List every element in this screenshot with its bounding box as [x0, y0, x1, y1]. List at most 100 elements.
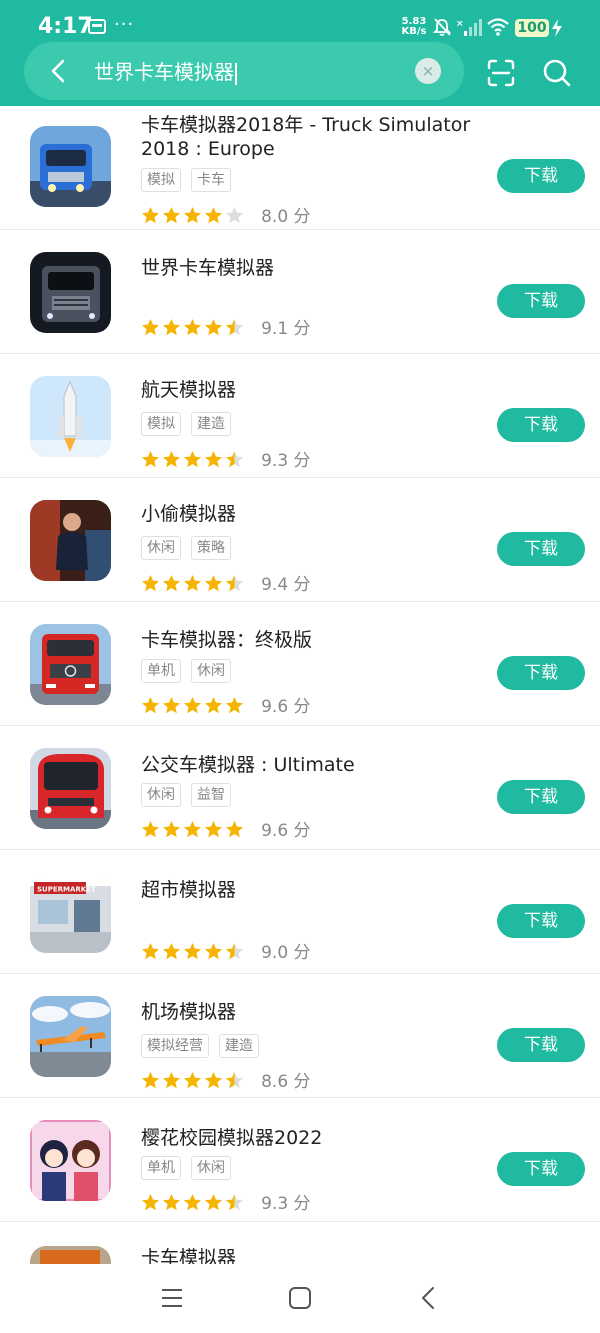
- app-tag: 建造: [219, 1034, 259, 1058]
- top-bar: 4:17 ··· 5.83 KB/s × 100 世界卡车模拟器 ×: [0, 0, 600, 106]
- star-icon: [162, 1071, 181, 1088]
- download-button[interactable]: 下载: [497, 284, 585, 318]
- app-tag: 休闲: [191, 1156, 231, 1180]
- dark-truck-app-icon: [30, 252, 111, 333]
- star-icon: [225, 820, 244, 837]
- download-button[interactable]: 下载: [497, 780, 585, 814]
- search-results-list[interactable]: 卡车模拟器2018年 - Truck Simulator 2018 : Euro…: [0, 106, 600, 1264]
- star-icon: [141, 1071, 160, 1088]
- app-score: 9.1 分: [261, 319, 311, 339]
- star-icon: [162, 820, 181, 837]
- download-button[interactable]: 下载: [497, 408, 585, 442]
- status-time: 4:17: [38, 14, 93, 39]
- recent-apps-icon[interactable]: [160, 1286, 184, 1310]
- list-item[interactable]: SUPERMARKET 超市模拟器 9.0 分 下载: [0, 850, 600, 974]
- star-icon: [162, 206, 181, 223]
- app-title: 航天模拟器: [141, 379, 237, 401]
- star-icon: [183, 696, 202, 713]
- star-rating: [141, 695, 246, 715]
- app-tag: 模拟: [141, 412, 181, 436]
- app-title: 卡车模拟器2018年 - Truck Simulator: [141, 114, 471, 136]
- app-rating: 9.3 分: [141, 446, 311, 471]
- app-score: 9.6 分: [261, 697, 311, 717]
- app-score: 8.0 分: [261, 207, 311, 227]
- star-icon: [141, 696, 160, 713]
- list-item[interactable]: 机场模拟器 模拟经营 建造 8.6 分 下载: [0, 974, 600, 1098]
- star-rating: [141, 1070, 246, 1090]
- supermarket-sign-text: SUPERMARKET: [37, 886, 96, 894]
- star-icon: [183, 1193, 202, 1210]
- app-score: 9.3 分: [261, 1194, 311, 1214]
- list-item[interactable]: 小偷模拟器 休闲 策略 9.4 分 下载: [0, 478, 600, 602]
- star-icon: [225, 318, 244, 335]
- star-rating: [141, 317, 246, 337]
- star-rating: [141, 819, 246, 839]
- app-title: 公交车模拟器 : Ultimate: [141, 754, 355, 776]
- star-icon: [204, 942, 223, 959]
- star-icon: [141, 942, 160, 959]
- blue-truck-app-icon: [30, 126, 111, 207]
- download-button[interactable]: 下载: [497, 159, 585, 193]
- back-icon[interactable]: [416, 1286, 440, 1310]
- app-tags: 休闲 益智: [141, 783, 241, 807]
- list-item[interactable]: 卡车模拟器：终极版 单机 休闲 9.6 分 下载: [0, 602, 600, 726]
- star-icon: [162, 574, 181, 591]
- app-tags: 休闲 策略: [141, 536, 241, 560]
- star-icon: [225, 942, 244, 959]
- network-speed-unit: KB/s: [401, 26, 427, 37]
- download-button[interactable]: 下载: [497, 1028, 585, 1062]
- app-score: 9.4 分: [261, 575, 311, 595]
- star-icon: [162, 318, 181, 335]
- app-rating: 9.6 分: [141, 692, 311, 717]
- app-tag: 建造: [191, 412, 231, 436]
- star-icon: [183, 820, 202, 837]
- list-item[interactable]: 卡车模拟器: [0, 1222, 600, 1264]
- network-speed: 5.83 KB/s: [398, 17, 430, 37]
- search-input[interactable]: 世界卡车模拟器: [94, 56, 237, 85]
- star-icon: [141, 318, 160, 335]
- red-truck-app-icon: [30, 624, 111, 705]
- star-icon: [225, 450, 244, 467]
- list-item[interactable]: 卡车模拟器2018年 - Truck Simulator 2018 : Euro…: [0, 106, 600, 230]
- app-rating: 9.3 分: [141, 1189, 311, 1214]
- star-icon: [141, 820, 160, 837]
- more-notifications-icon: ···: [114, 14, 135, 35]
- download-button[interactable]: 下载: [497, 532, 585, 566]
- list-item[interactable]: 樱花校园模拟器2022 单机 休闲 9.3 分 下载: [0, 1098, 600, 1222]
- search-icon[interactable]: [542, 58, 572, 88]
- list-item[interactable]: 世界卡车模拟器 9.1 分 下载: [0, 230, 600, 354]
- download-button[interactable]: 下载: [497, 1152, 585, 1186]
- app-rating: 8.6 分: [141, 1067, 311, 1092]
- star-icon: [183, 942, 202, 959]
- bell-muted-icon: [432, 18, 452, 36]
- scan-icon[interactable]: [486, 58, 516, 88]
- bus-app-icon: [30, 748, 111, 829]
- download-button[interactable]: 下载: [497, 904, 585, 938]
- star-rating: [141, 449, 246, 469]
- wifi-icon: [487, 18, 509, 36]
- status-bar: 4:17 ··· 5.83 KB/s × 100: [0, 0, 600, 44]
- back-arrow-icon[interactable]: [46, 58, 72, 84]
- star-icon: [183, 206, 202, 223]
- app-rating: 9.4 分: [141, 570, 311, 595]
- app-score: 9.0 分: [261, 943, 311, 963]
- download-button[interactable]: 下载: [497, 656, 585, 690]
- star-icon: [204, 696, 223, 713]
- list-item[interactable]: 航天模拟器 模拟 建造 9.3 分 下载: [0, 354, 600, 478]
- star-rating: [141, 941, 246, 961]
- star-icon: [204, 318, 223, 335]
- star-rating: [141, 1192, 246, 1212]
- star-icon: [204, 1071, 223, 1088]
- star-icon: [183, 574, 202, 591]
- app-tag: 单机: [141, 1156, 181, 1180]
- star-rating: [141, 205, 246, 225]
- star-icon: [141, 206, 160, 223]
- charging-icon: [552, 19, 562, 37]
- app-title: 机场模拟器: [141, 1001, 237, 1023]
- list-item[interactable]: 公交车模拟器 : Ultimate 休闲 益智 9.6 分 下载: [0, 726, 600, 850]
- home-icon[interactable]: [288, 1286, 312, 1310]
- clear-search-button[interactable]: ×: [415, 58, 441, 84]
- app-rating: 9.6 分: [141, 816, 311, 841]
- star-icon: [162, 450, 181, 467]
- app-tags: 模拟 建造: [141, 412, 241, 436]
